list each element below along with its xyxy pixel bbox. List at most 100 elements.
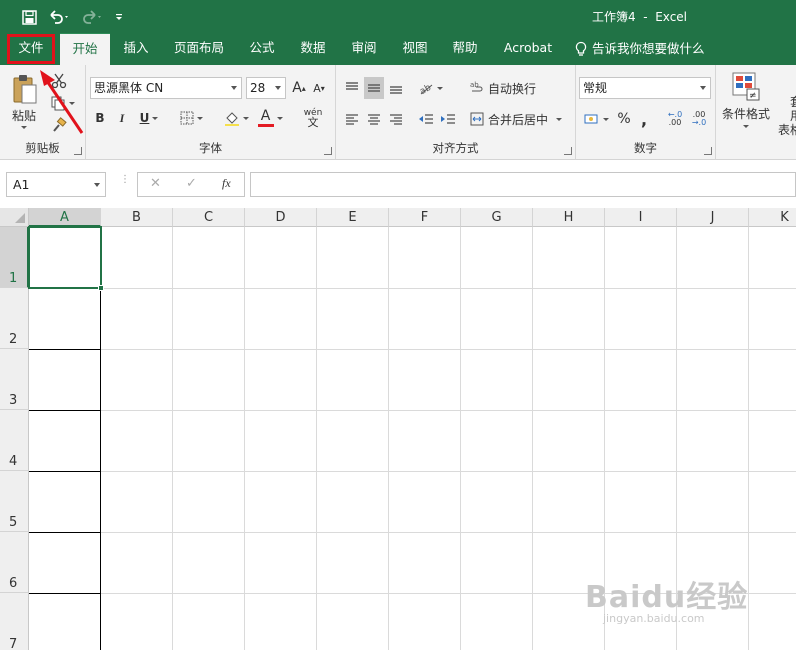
tell-me-label: 告诉我你想要做什么 <box>592 41 705 56</box>
column-header-b[interactable]: B <box>101 208 173 227</box>
conditional-formatting-icon: ≠ <box>732 72 760 101</box>
row-header-3[interactable]: 3 <box>0 349 29 410</box>
select-all-button[interactable] <box>0 208 29 227</box>
top-align-button[interactable] <box>342 77 362 99</box>
alignment-label: 对齐方式 <box>432 141 479 155</box>
tab-insert[interactable]: 插入 <box>114 33 158 65</box>
number-format-combo[interactable]: 常规 <box>579 77 711 99</box>
redo-button[interactable] <box>78 7 108 27</box>
bottom-align-button[interactable] <box>386 77 406 99</box>
decrease-indent-button[interactable] <box>416 108 436 130</box>
svg-text:≠: ≠ <box>749 91 757 101</box>
merge-center-button[interactable]: 合并后居中 <box>470 108 570 130</box>
styles-group: ≠ 条件格式 套用 表格 <box>716 65 796 160</box>
column-header-h[interactable]: H <box>533 208 605 227</box>
paste-label: 粘贴 <box>11 109 36 123</box>
grow-font-button[interactable]: A ▴ <box>290 77 308 99</box>
enter-button[interactable]: ✓ <box>186 176 197 191</box>
column-header-i[interactable]: I <box>605 208 677 227</box>
phonetic-button[interactable]: wén 文 <box>296 107 330 129</box>
number-launcher[interactable] <box>704 147 712 155</box>
customize-qat-button[interactable] <box>112 7 126 27</box>
percent-button[interactable]: % <box>614 108 634 130</box>
align-center-button[interactable] <box>364 108 384 130</box>
column-header-f[interactable]: F <box>389 208 461 227</box>
undo-button[interactable] <box>44 7 74 27</box>
tab-review[interactable]: 审阅 <box>342 33 386 65</box>
row-header-6[interactable]: 6 <box>0 532 29 593</box>
clipboard-launcher[interactable] <box>74 147 82 155</box>
borders-button[interactable] <box>176 107 206 129</box>
font-color-button[interactable]: A <box>254 107 286 129</box>
row-header-1[interactable]: 1 <box>0 227 29 288</box>
decrease-decimal-button[interactable]: .00 →.0 <box>688 108 710 130</box>
increase-indent-button[interactable] <box>438 108 458 130</box>
font-size-combo[interactable]: 28 <box>246 77 286 99</box>
italic-button[interactable]: I <box>114 107 130 129</box>
column-header-e[interactable]: E <box>317 208 389 227</box>
tab-formulas[interactable]: 公式 <box>240 33 284 65</box>
copy-button[interactable] <box>46 93 78 113</box>
cancel-button[interactable]: ✕ <box>150 176 161 191</box>
font-launcher[interactable] <box>324 147 332 155</box>
format-as-table-button[interactable]: 套用 表格 <box>778 95 796 137</box>
ribbon-tab-bar: 文件 开始 插入 页面布局 公式 数据 审阅 视图 帮助 Acrobat 告诉我… <box>0 33 796 65</box>
number-label: 数字 <box>634 141 657 155</box>
window-title: 工作簿4 - Excel <box>592 10 688 24</box>
gridline <box>29 471 796 472</box>
row-header-5[interactable]: 5 <box>0 471 29 532</box>
insert-function-button[interactable]: fx <box>222 176 231 191</box>
align-left-button[interactable] <box>342 108 362 130</box>
fill-handle[interactable] <box>98 285 104 291</box>
save-button[interactable] <box>18 7 40 27</box>
row-header-4[interactable]: 4 <box>0 410 29 471</box>
column-header-c[interactable]: C <box>173 208 245 227</box>
gridline <box>172 227 173 650</box>
tab-view[interactable]: 视图 <box>393 33 437 65</box>
tab-help[interactable]: 帮助 <box>443 33 487 65</box>
align-middle-icon <box>368 84 380 92</box>
middle-align-button[interactable] <box>364 77 384 99</box>
save-icon <box>21 9 37 25</box>
fill-color-button[interactable] <box>220 107 252 129</box>
tab-acrobat[interactable]: Acrobat <box>496 33 560 65</box>
font-name-combo[interactable]: 思源黑体 CN <box>90 77 242 99</box>
accounting-format-button[interactable] <box>580 108 612 130</box>
active-cell-a1[interactable] <box>28 226 104 291</box>
column-header-d[interactable]: D <box>245 208 317 227</box>
row-header-2[interactable]: 2 <box>0 288 29 349</box>
tab-home[interactable]: 开始 <box>60 33 110 65</box>
number-format-value: 常规 <box>583 81 608 95</box>
format-painter-button[interactable] <box>48 115 70 135</box>
increase-decimal-button[interactable]: ←.0.00 <box>664 108 686 130</box>
undo-icon <box>50 10 68 24</box>
tab-page-layout[interactable]: 页面布局 <box>166 33 232 65</box>
comma-style-button[interactable]: , <box>636 108 652 130</box>
orientation-button[interactable]: ab <box>416 77 444 99</box>
tell-me-search[interactable]: 告诉我你想要做什么 <box>574 33 714 65</box>
formula-input[interactable] <box>250 172 796 197</box>
conditional-formatting-button[interactable]: ≠ 条件格式 <box>718 71 774 141</box>
tab-file[interactable]: 文件 <box>6 33 56 65</box>
paste-button[interactable]: 粘贴 <box>6 71 42 131</box>
orientation-icon: ab <box>418 83 433 95</box>
copy-icon <box>51 96 64 111</box>
cell-border <box>29 532 101 533</box>
column-header-g[interactable]: G <box>461 208 533 227</box>
alignment-launcher[interactable] <box>564 147 572 155</box>
wrap-text-button[interactable]: ab 自动换行 <box>470 77 540 99</box>
cut-button[interactable] <box>48 71 70 91</box>
name-box[interactable]: A1 <box>6 172 106 197</box>
column-header-j[interactable]: J <box>677 208 749 227</box>
align-right-button[interactable] <box>386 108 406 130</box>
column-header-k[interactable]: K <box>749 208 796 227</box>
column-header-a[interactable]: A <box>29 208 101 227</box>
row-header-7[interactable]: 7 <box>0 593 29 650</box>
bold-button[interactable]: B <box>92 107 108 129</box>
shrink-font-button[interactable]: A ▾ <box>310 77 328 99</box>
tab-data[interactable]: 数据 <box>291 33 335 65</box>
underline-button[interactable]: U <box>136 107 162 129</box>
align-right-icon <box>390 114 402 125</box>
number-group: 常规 % , ←.0.00 .00 →.0 数字 <box>576 65 716 160</box>
decrease-indent-icon <box>419 114 433 124</box>
